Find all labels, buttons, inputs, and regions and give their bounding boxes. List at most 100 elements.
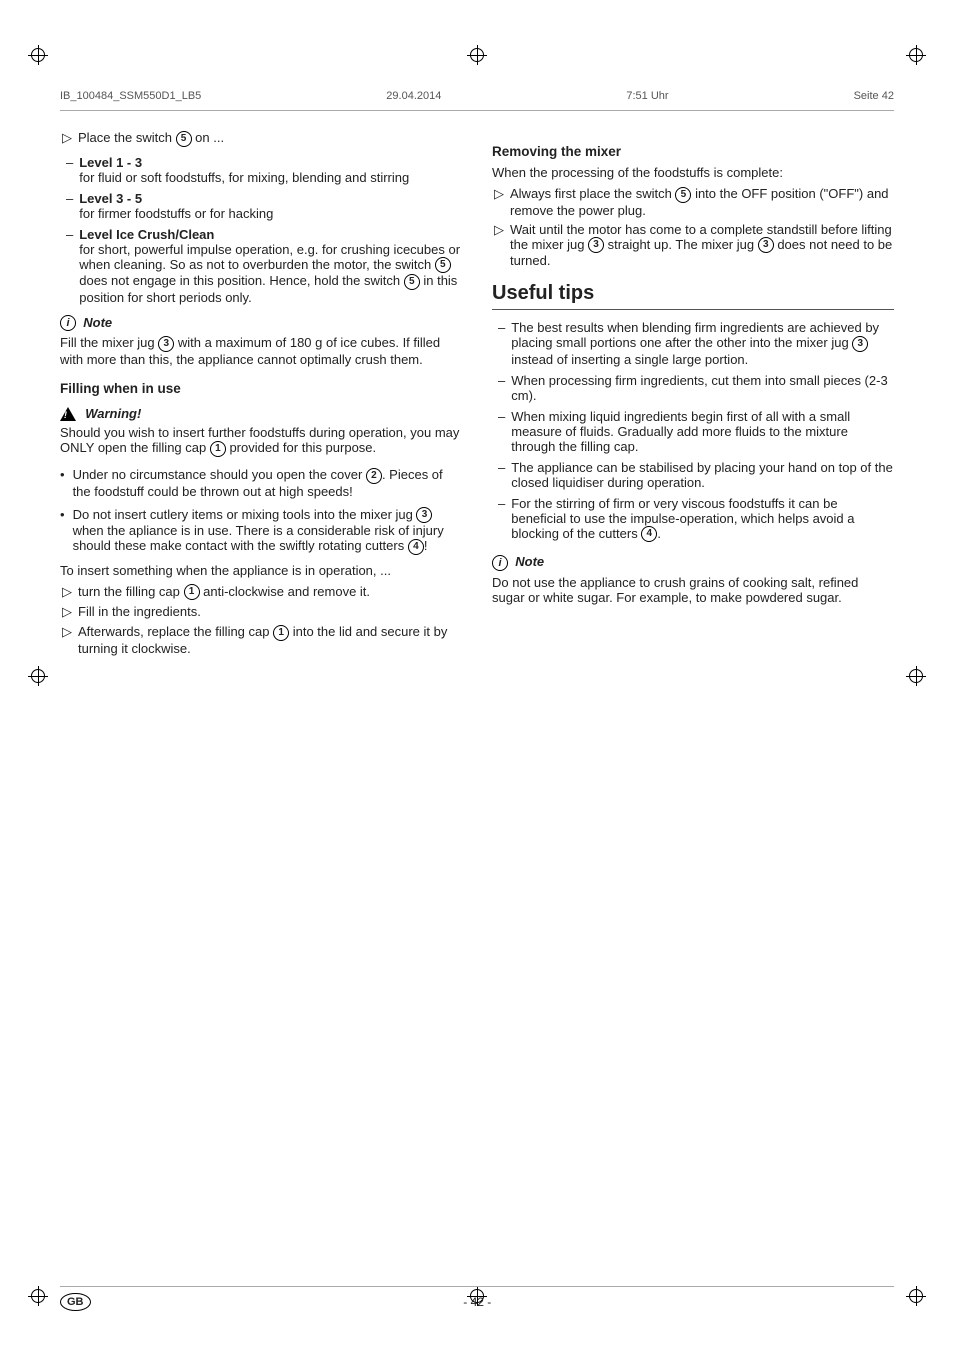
note-text-left: Fill the mixer jug 3 with a maximum of 1… [60,335,462,367]
step-3-text: Afterwards, replace the filling cap 1 in… [78,624,462,656]
dash-tip4: – [498,460,505,490]
circled-1-warning: 1 [210,441,226,457]
right-column: Removing the mixer When the processing o… [492,130,894,1271]
level-1-3-desc: for fluid or soft foodstuffs, for mixing… [79,170,409,185]
circled-3-rem2b: 3 [758,237,774,253]
footer: GB - 42 - [60,1286,894,1311]
bullet-item-2: • Do not insert cutlery items or mixing … [60,507,462,555]
level-3-5-text: Level 3 - 5 for firmer foodstuffs or for… [79,191,462,221]
tip-2: – When processing firm ingredients, cut … [492,373,894,403]
reg-circle-br [909,1289,923,1303]
dash-tip3: – [498,409,505,454]
arrow-ptr-step2: ▷ [60,604,74,620]
arrow-ptr-step3: ▷ [60,624,74,640]
tip-1-text: The best results when blending firm ingr… [511,320,894,367]
circled-5-ice: 5 [435,257,451,273]
left-column: ▷ Place the switch 5 on ... – Level 1 - … [60,130,462,1271]
circled-4-bullet2: 4 [408,539,424,555]
note-i-icon-left: i [60,315,76,331]
circled-5-rem1: 5 [675,187,691,203]
note-label-left: Note [83,315,112,330]
arrow-ptr-rem2: ▷ [492,222,506,238]
level-3-5-desc: for firmer foodstuffs or for hacking [79,206,273,221]
warning-text: Should you wish to insert further foodst… [60,425,462,457]
header-time: 7:51 Uhr [626,90,668,102]
level-ice-text: Level Ice Crush/Clean for short, powerfu… [79,227,462,305]
reg-circle-tm [470,48,484,62]
arrow-ptr-step1: ▷ [60,584,74,600]
arrow-ptr-switch: ▷ [60,130,74,146]
removing-title: Removing the mixer [492,144,894,159]
removing-step-1-text: Always first place the switch 5 into the… [510,186,894,218]
level-1-3-label: Level 1 - 3 [79,155,142,170]
tip-5: – For the stirring of firm or very visco… [492,496,894,543]
tip-1: – The best results when blending firm in… [492,320,894,367]
dash-3: – [66,227,73,305]
page: IB_100484_SSM550D1_LB5 29.04.2014 7:51 U… [0,0,954,1351]
header-date: 29.04.2014 [386,90,441,102]
reg-mark-mr [906,666,926,686]
tip-3: – When mixing liquid ingredients begin f… [492,409,894,454]
step-2-text: Fill in the ingredients. [78,604,462,619]
note-i-icon-right: i [492,555,508,571]
removing-step-1: ▷ Always first place the switch 5 into t… [492,186,894,218]
step-1-text: turn the filling cap 1 anti-clockwise an… [78,584,462,601]
reg-mark-tm [467,45,487,65]
circled-2-bullet1: 2 [366,468,382,484]
dash-1: – [66,155,73,185]
circled-5-switch: 5 [176,131,192,147]
reg-circle-ml [31,669,45,683]
reg-circle-bl [31,1289,45,1303]
dash-tip2: – [498,373,505,403]
level-ice-label: Level Ice Crush/Clean [79,227,214,242]
header-page-label: Seite 42 [854,90,894,102]
bullet-1-text: Under no circumstance should you open th… [73,467,462,499]
circled-3-bullet2: 3 [416,507,432,523]
warning-triangle-icon [60,407,76,421]
note-box-left: i Note Fill the mixer jug 3 with a maxim… [60,315,462,367]
note-title-left: i Note [60,315,462,332]
arrow-ptr-rem1: ▷ [492,186,506,202]
header-bar: IB_100484_SSM550D1_LB5 29.04.2014 7:51 U… [60,90,894,102]
tip-4: – The appliance can be stabilised by pla… [492,460,894,490]
circled-3-rem2: 3 [588,237,604,253]
header-file-info: IB_100484_SSM550D1_LB5 [60,90,201,102]
switch-line: ▷ Place the switch 5 on ... [60,130,462,147]
reg-circle-mr [909,669,923,683]
step-1: ▷ turn the filling cap 1 anti-clockwise … [60,584,462,601]
reg-mark-bl [28,1286,48,1306]
dash-2: – [66,191,73,221]
removing-intro: When the processing of the foodstuffs is… [492,165,894,180]
note-box-right: i Note Do not use the appliance to crush… [492,554,894,605]
circled-4-tip5: 4 [641,526,657,542]
dash-tip5: – [498,496,505,543]
note-label-right: Note [515,554,544,569]
note-text-right: Do not use the appliance to crush grains… [492,575,894,605]
dash-tip1: – [498,320,505,367]
bullet-2: • [60,507,65,555]
footer-gb-badge: GB [60,1293,91,1311]
note-title-right: i Note [492,554,894,571]
main-content: ▷ Place the switch 5 on ... – Level 1 - … [60,130,894,1271]
level-3-5-item: – Level 3 - 5 for firmer foodstuffs or f… [60,191,462,221]
circled-1-step1: 1 [184,584,200,600]
bullet-item-1: • Under no circumstance should you open … [60,467,462,499]
tip-3-text: When mixing liquid ingredients begin fir… [511,409,894,454]
level-3-5-label: Level 3 - 5 [79,191,142,206]
header-divider [60,110,894,111]
bullet-1: • [60,467,65,499]
reg-mark-br [906,1286,926,1306]
level-1-3-item: – Level 1 - 3 for fluid or soft foodstuf… [60,155,462,185]
step-3: ▷ Afterwards, replace the filling cap 1 … [60,624,462,656]
insert-intro: To insert something when the appliance i… [60,563,462,578]
tip-5-text: For the stirring of firm or very viscous… [511,496,894,543]
filling-section-title: Filling when in use [60,381,462,396]
removing-step-2: ▷ Wait until the motor has come to a com… [492,222,894,269]
warning-title: Warning! [60,406,462,422]
level-ice-desc: for short, powerful impulse operation, e… [79,242,460,305]
step-2: ▷ Fill in the ingredients. [60,604,462,620]
reg-mark-tr [906,45,926,65]
circled-3-tip1: 3 [852,336,868,352]
circled-5-ice2: 5 [404,274,420,290]
reg-mark-tl [28,45,48,65]
